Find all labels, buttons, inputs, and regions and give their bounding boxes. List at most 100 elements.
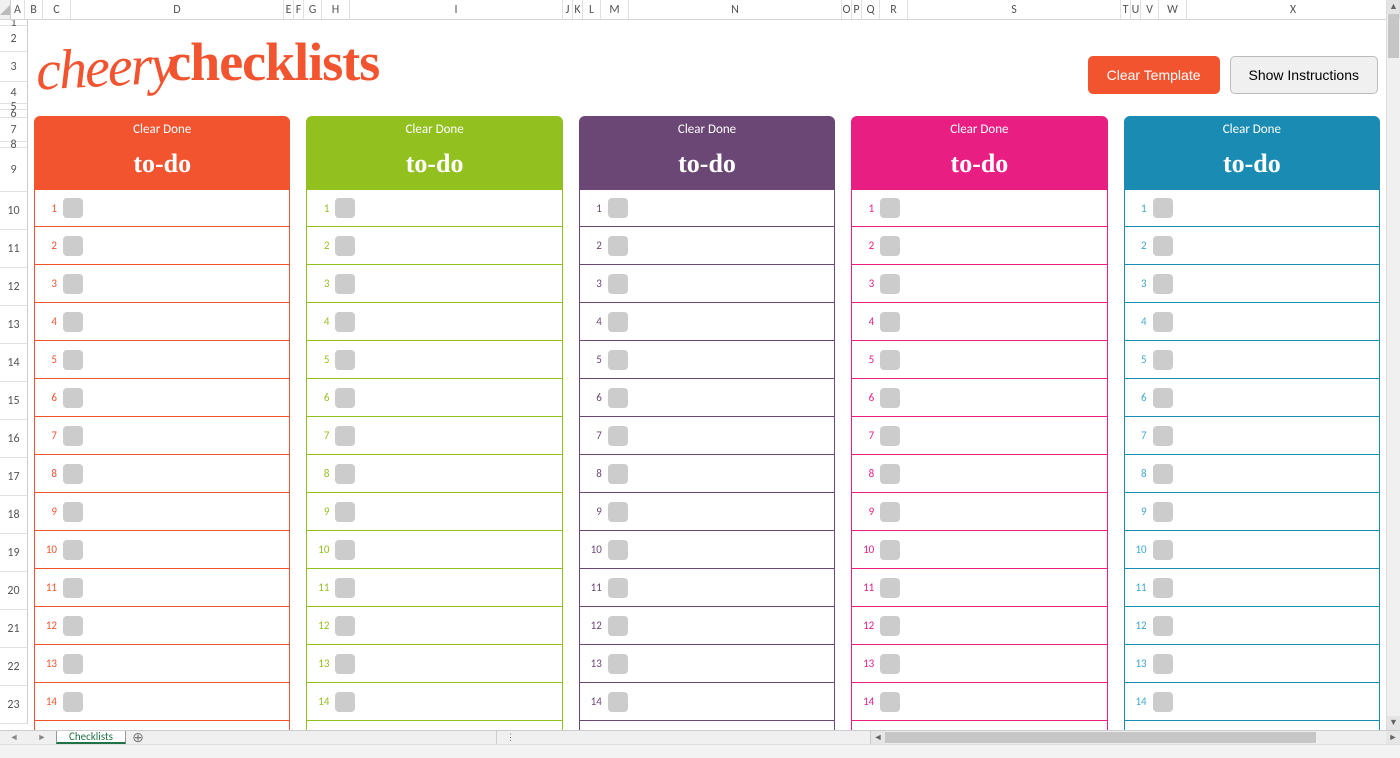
checklist-item[interactable]: 1 bbox=[306, 189, 562, 227]
checklist-item[interactable]: 10 bbox=[306, 531, 562, 569]
row-header-21[interactable]: 21 bbox=[0, 610, 28, 648]
row-header-20[interactable]: 20 bbox=[0, 572, 28, 610]
checklist-item[interactable]: 4 bbox=[1124, 303, 1380, 341]
show-instructions-button[interactable]: Show Instructions bbox=[1230, 56, 1379, 94]
column-header-W[interactable]: W bbox=[1159, 0, 1187, 19]
checkbox[interactable] bbox=[880, 198, 900, 218]
column-header-T[interactable]: T bbox=[1121, 0, 1131, 19]
horizontal-scrollbar[interactable]: ◄ ► bbox=[870, 731, 1400, 744]
checkbox[interactable] bbox=[63, 654, 83, 674]
checkbox[interactable] bbox=[608, 578, 628, 598]
tab-nav-prev-icon[interactable]: ◄ bbox=[0, 731, 28, 744]
checkbox[interactable] bbox=[335, 616, 355, 636]
row-header-15[interactable]: 15 bbox=[0, 382, 28, 420]
row-header-12[interactable]: 12 bbox=[0, 268, 28, 306]
checklist-item[interactable]: 13 bbox=[851, 645, 1107, 683]
row-header-18[interactable]: 18 bbox=[0, 496, 28, 534]
checkbox[interactable] bbox=[880, 388, 900, 408]
column-header-K[interactable]: K bbox=[573, 0, 583, 19]
checklist-item[interactable]: 1 bbox=[1124, 189, 1380, 227]
checklist-item[interactable]: 12 bbox=[306, 607, 562, 645]
checkbox[interactable] bbox=[63, 616, 83, 636]
checklist-item[interactable]: 9 bbox=[579, 493, 835, 531]
checklist-item[interactable]: 1 bbox=[851, 189, 1107, 227]
checkbox[interactable] bbox=[1153, 274, 1173, 294]
checklist-item[interactable]: 3 bbox=[851, 265, 1107, 303]
clear-done-button[interactable]: Clear Done bbox=[34, 116, 290, 143]
tab-split[interactable]: ⋮ bbox=[496, 731, 524, 744]
checkbox[interactable] bbox=[608, 426, 628, 446]
checklist-item[interactable]: 9 bbox=[306, 493, 562, 531]
checklist-item[interactable]: 7 bbox=[34, 417, 290, 455]
checklist-item[interactable]: 4 bbox=[34, 303, 290, 341]
row-header-6[interactable]: 6 bbox=[0, 110, 28, 118]
column-header-N[interactable]: N bbox=[629, 0, 842, 19]
checkbox[interactable] bbox=[335, 502, 355, 522]
checkbox[interactable] bbox=[1153, 692, 1173, 712]
checkbox[interactable] bbox=[335, 654, 355, 674]
checklist-item[interactable]: 10 bbox=[579, 531, 835, 569]
row-header-16[interactable]: 16 bbox=[0, 420, 28, 458]
checklist-item[interactable]: 8 bbox=[851, 455, 1107, 493]
row-header-19[interactable]: 19 bbox=[0, 534, 28, 572]
checkbox[interactable] bbox=[63, 274, 83, 294]
checkbox[interactable] bbox=[880, 274, 900, 294]
column-header-U[interactable]: U bbox=[1131, 0, 1141, 19]
checkbox[interactable] bbox=[63, 540, 83, 560]
worksheet-area[interactable]: cheery checklists Clear Template Show In… bbox=[28, 20, 1386, 730]
checkbox[interactable] bbox=[335, 692, 355, 712]
column-header-C[interactable]: C bbox=[43, 0, 71, 19]
checklist-item[interactable]: 7 bbox=[851, 417, 1107, 455]
checklist-item[interactable]: 10 bbox=[851, 531, 1107, 569]
checklist-item[interactable]: 6 bbox=[579, 379, 835, 417]
checkbox[interactable] bbox=[335, 236, 355, 256]
checkbox[interactable] bbox=[1153, 236, 1173, 256]
checklist-item[interactable]: 1 bbox=[579, 189, 835, 227]
clear-done-button[interactable]: Clear Done bbox=[851, 116, 1107, 143]
checklist-item[interactable]: 4 bbox=[851, 303, 1107, 341]
checklist-item[interactable]: 15 bbox=[579, 721, 835, 730]
column-header-F[interactable]: F bbox=[294, 0, 304, 19]
checkbox[interactable] bbox=[63, 502, 83, 522]
checkbox[interactable] bbox=[1153, 350, 1173, 370]
column-header-P[interactable]: P bbox=[852, 0, 862, 19]
checklist-item[interactable]: 11 bbox=[306, 569, 562, 607]
checkbox[interactable] bbox=[608, 540, 628, 560]
column-header-E[interactable]: E bbox=[284, 0, 294, 19]
checklist-item[interactable]: 11 bbox=[579, 569, 835, 607]
scroll-left-icon[interactable]: ◄ bbox=[871, 731, 885, 744]
checkbox[interactable] bbox=[880, 426, 900, 446]
checkbox[interactable] bbox=[63, 350, 83, 370]
row-header-22[interactable]: 22 bbox=[0, 648, 28, 686]
checkbox[interactable] bbox=[608, 692, 628, 712]
checkbox[interactable] bbox=[1153, 616, 1173, 636]
checkbox[interactable] bbox=[335, 464, 355, 484]
checkbox[interactable] bbox=[880, 654, 900, 674]
checkbox[interactable] bbox=[608, 350, 628, 370]
checklist-item[interactable]: 6 bbox=[1124, 379, 1380, 417]
checkbox[interactable] bbox=[880, 692, 900, 712]
checkbox[interactable] bbox=[880, 350, 900, 370]
checkbox[interactable] bbox=[608, 388, 628, 408]
horizontal-scrollbar-thumb[interactable] bbox=[885, 732, 1316, 743]
checklist-item[interactable]: 2 bbox=[579, 227, 835, 265]
column-header-G[interactable]: G bbox=[304, 0, 322, 19]
checkbox[interactable] bbox=[1153, 540, 1173, 560]
checkbox[interactable] bbox=[608, 312, 628, 332]
checklist-item[interactable]: 13 bbox=[306, 645, 562, 683]
column-header-O[interactable]: O bbox=[842, 0, 852, 19]
checkbox[interactable] bbox=[335, 198, 355, 218]
checkbox[interactable] bbox=[1153, 312, 1173, 332]
checklist-item[interactable]: 5 bbox=[851, 341, 1107, 379]
column-header-I[interactable]: I bbox=[350, 0, 563, 19]
checkbox[interactable] bbox=[335, 274, 355, 294]
checkbox[interactable] bbox=[880, 616, 900, 636]
scroll-down-icon[interactable]: ▼ bbox=[1387, 716, 1400, 730]
checkbox[interactable] bbox=[1153, 198, 1173, 218]
checkbox[interactable] bbox=[335, 388, 355, 408]
checklist-item[interactable]: 1 bbox=[34, 189, 290, 227]
row-header-14[interactable]: 14 bbox=[0, 344, 28, 382]
checklist-item[interactable]: 4 bbox=[579, 303, 835, 341]
column-header-L[interactable]: L bbox=[583, 0, 601, 19]
checkbox[interactable] bbox=[608, 236, 628, 256]
